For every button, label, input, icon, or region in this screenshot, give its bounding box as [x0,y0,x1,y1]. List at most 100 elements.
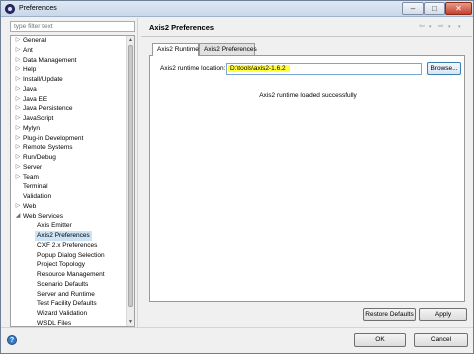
tree-item[interactable]: ▷ Java EE [11,95,127,105]
tree-item-label: Project Topology [37,261,85,269]
tree-item-label: WSDL Files [37,319,72,327]
runtime-location-label: Axis2 runtime location: [160,65,226,72]
filter-input[interactable] [10,21,135,32]
tree-item[interactable]: ▷ Data Management [11,56,127,66]
tree-collapsed-arrow-icon[interactable]: ▷ [14,36,22,46]
close-button[interactable]: ✕ [445,2,472,15]
tab-axis2-preferences[interactable]: Axis2 Preferences [199,43,257,55]
tree-collapsed-arrow-icon[interactable]: ▷ [14,153,22,163]
tree-item[interactable]: CXF 2.x Preferences [11,241,127,251]
tree-collapsed-arrow-icon[interactable]: ▷ [14,202,22,212]
axis2-runtime-panel: Axis2 runtime location: D:\tools\axis2-1… [149,55,465,302]
restore-defaults-button[interactable]: Restore Defaults [363,308,416,321]
tree-item[interactable]: ▷ Ant [11,46,127,56]
tree-item[interactable]: ▷ Java [11,85,127,95]
tree-item[interactable]: Terminal [11,182,127,192]
window-title: Preferences [19,5,57,12]
tree-collapsed-arrow-icon[interactable]: ▷ [14,56,22,66]
forward-menu-chevron-icon[interactable]: ▾ [448,24,451,30]
tree-item-label: Server and Runtime [37,290,95,298]
scroll-thumb[interactable] [128,45,133,307]
tree-item-label: Server [23,163,43,171]
scroll-up-arrow-icon[interactable]: ▲ [127,36,134,44]
tree-item[interactable]: Server and Runtime [11,290,127,300]
tree-item[interactable]: Axis2 Preferences [11,231,127,241]
tree-collapsed-arrow-icon[interactable]: ▷ [14,143,22,153]
tree-item-label: Resource Management [37,271,105,278]
tree-item[interactable]: ▷ Install/Update [11,75,127,85]
tree-item[interactable]: ▷ JavaScript [11,114,127,124]
tree-item[interactable]: WSDL Files [11,319,127,327]
tree-item[interactable]: Resource Management [11,270,127,280]
tree-collapsed-arrow-icon[interactable]: ▷ [14,46,22,56]
tree-item[interactable]: ▷ Help [11,65,127,75]
header-separator [141,36,472,37]
view-menu-chevron-icon[interactable]: ▾ [458,24,461,30]
back-arrow-icon[interactable]: ⇦ [419,22,425,30]
tree-item[interactable]: Wizard Validation [11,309,127,319]
tree-item[interactable]: Project Topology [11,260,127,270]
tree-collapsed-arrow-icon[interactable]: ▷ [14,163,22,173]
tree-collapsed-arrow-icon[interactable]: ▷ [14,85,22,95]
tab-axis2-runtime[interactable]: Axis2 Runtime [152,43,199,56]
tree-item[interactable]: Scenario Defaults [11,280,127,290]
cancel-button[interactable]: Cancel [414,333,468,347]
ok-button[interactable]: OK [354,333,406,347]
minimize-button[interactable]: – [402,2,424,15]
tree-item-label: Java EE [23,95,48,103]
tree-item-label: Mylyn [23,124,40,132]
forward-arrow-icon[interactable]: ⇨ [438,22,444,30]
tree-item[interactable]: ▷ Run/Debug [11,153,127,163]
footer-separator [1,327,473,328]
preference-tree: ▷ General ▷ Ant ▷ Data Management ▷ Help ▷ Instal… [10,35,135,327]
tree-expanded-arrow-icon[interactable]: ◢ [14,212,22,222]
apply-button[interactable]: Apply [419,308,467,321]
tree-item-label: Help [23,66,37,74]
tree-scrollbar[interactable]: ▲ ▼ [126,36,134,326]
tree-list: ▷ General ▷ Ant ▷ Data Management ▷ Help ▷ Instal… [11,36,127,327]
tree-collapsed-arrow-icon[interactable]: ▷ [14,104,22,114]
tree-collapsed-arrow-icon[interactable]: ▷ [14,114,22,124]
back-menu-chevron-icon[interactable]: ▾ [429,24,432,30]
tree-item-label: Axis Emitter [37,222,72,230]
tree-item[interactable]: Axis Emitter [11,221,127,231]
pane-sash[interactable] [137,18,138,327]
page-title: Axis2 Preferences [149,23,215,32]
tree-item-label: Install/Update [23,76,63,83]
tree-item-label: Run/Debug [23,154,56,161]
tree-collapsed-arrow-icon[interactable]: ▷ [14,124,22,134]
tree-item[interactable]: ▷ Web [11,202,127,212]
tree-item[interactable]: ▷ Plug-in Development [11,134,127,144]
tree-item[interactable]: Test Facility Defaults [11,299,127,309]
tree-collapsed-arrow-icon[interactable]: ▷ [14,65,22,75]
eclipse-icon [5,4,15,14]
tree-collapsed-arrow-icon[interactable]: ▷ [14,134,22,144]
tree-collapsed-arrow-icon[interactable]: ▷ [14,75,22,85]
tree-item[interactable]: Validation [11,192,127,202]
runtime-location-input[interactable]: D:\tools\axis2-1.6.2 [226,63,422,75]
tree-item-label: Test Facility Defaults [37,300,97,308]
tree-item-label: JavaScript [23,115,54,122]
tree-item[interactable]: Popup Dialog Selection [11,251,127,261]
maximize-button[interactable]: □ [424,2,445,15]
title-bar: Preferences – □ ✕ [1,1,473,17]
tree-item[interactable]: ▷ Team [11,173,127,183]
tree-collapsed-arrow-icon[interactable]: ▷ [14,95,22,105]
tree-item[interactable]: ▷ Java Persistence [11,104,127,114]
tree-item[interactable]: ▷ Mylyn [11,124,127,134]
help-icon[interactable]: ? [7,335,17,345]
tree-item[interactable]: ▷ Remote Systems [11,143,127,153]
scroll-down-arrow-icon[interactable]: ▼ [127,318,134,326]
tree-collapsed-arrow-icon[interactable]: ▷ [14,173,22,183]
tree-item-label: Validation [23,193,52,200]
tree-item-label: Java [23,85,37,93]
tree-item-label: Team [23,173,39,181]
tree-item[interactable]: ▷ Server [11,163,127,173]
tree-item[interactable]: ◢ Web Services [11,212,127,222]
tree-item-label: General [23,37,47,44]
tree-item-label: Data Management [23,56,77,64]
tree-item-label: Scenario Defaults [37,280,89,288]
runtime-status-message: Axis2 runtime loaded successfully [259,92,357,99]
browse-button[interactable]: Browse... [427,62,461,75]
tree-item[interactable]: ▷ General [11,36,127,46]
